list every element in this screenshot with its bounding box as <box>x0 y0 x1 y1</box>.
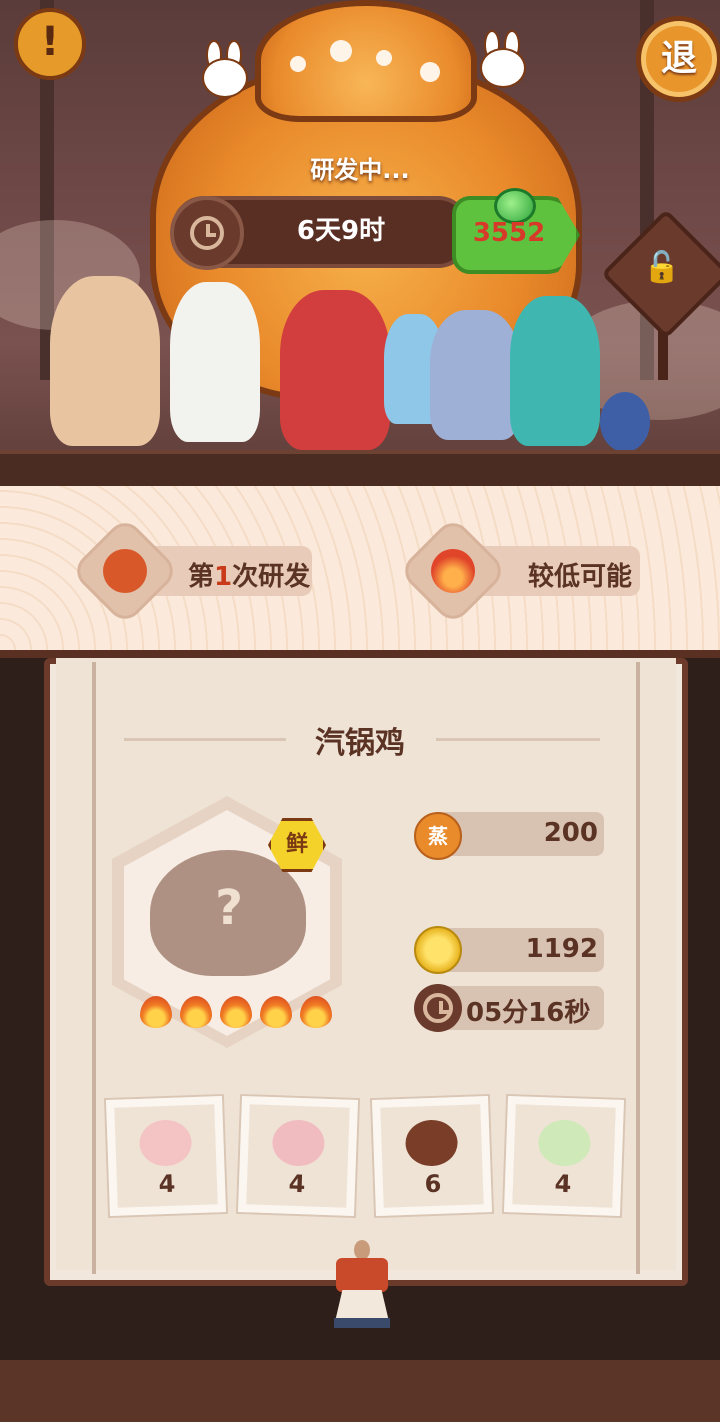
coin-value: 1192 <box>525 934 598 964</box>
character-teal-hair <box>510 296 600 446</box>
character-deity <box>50 276 160 446</box>
ingredient-card[interactable]: 6 <box>372 1096 492 1216</box>
character-blue-creature <box>600 392 650 452</box>
cook-time-value: 05分16秒 <box>466 998 591 1028</box>
steam-puff <box>420 62 440 82</box>
mushroom-icon <box>404 1119 459 1167</box>
flame-icon <box>260 996 292 1028</box>
ingredient-card[interactable]: 4 <box>238 1096 358 1216</box>
ingredient-count: 4 <box>158 1169 176 1199</box>
flame-icon <box>180 996 212 1028</box>
fire-icon <box>431 549 475 593</box>
flame-icon <box>300 996 332 1028</box>
alert-button[interactable]: ! <box>14 8 86 80</box>
ingredient-count: 4 <box>288 1169 306 1199</box>
steam-value: 200 <box>543 818 598 848</box>
character-shelf <box>0 450 720 490</box>
bunny-helper-right <box>474 30 528 100</box>
steam-icon: 蒸 <box>414 812 462 860</box>
success-chance-label: 较低可能 <box>528 562 633 592</box>
jade-amount: 3552 <box>472 218 546 248</box>
clock-icon <box>414 984 462 1032</box>
character-white-hair <box>170 282 260 442</box>
bamboo-shoot-icon <box>537 1119 592 1167</box>
ingredient-card[interactable]: 4 <box>504 1096 624 1216</box>
unlock-icon: 🔓 <box>643 250 681 285</box>
ham-icon <box>138 1119 193 1167</box>
research-count-number: 1 <box>214 562 233 592</box>
research-timer: 6天9时 <box>296 216 386 246</box>
character-red-hair <box>280 290 390 450</box>
steam-puff <box>330 40 352 62</box>
steam-puff <box>376 50 392 66</box>
exclamation-icon: ! <box>40 19 60 65</box>
dish-name: 汽锅鸡 <box>315 726 405 761</box>
bunny-helper-left <box>196 40 250 110</box>
ingredient-count: 4 <box>554 1169 572 1199</box>
pot-icon <box>103 549 147 593</box>
research-status: 研发中... <box>310 156 410 184</box>
character-grey-hair <box>430 310 520 440</box>
exit-icon: 退 <box>660 38 697 79</box>
scroll-pull-tassel[interactable] <box>330 1240 394 1330</box>
pork-icon <box>271 1119 326 1167</box>
clock-icon <box>170 196 244 270</box>
ingredient-count: 6 <box>424 1169 442 1199</box>
research-count-label: 第1次研发 <box>188 562 311 592</box>
ingredient-card[interactable]: 4 <box>106 1096 226 1216</box>
steam-puff <box>290 56 306 72</box>
flame-icon <box>140 996 172 1028</box>
exit-button[interactable]: 退 <box>636 16 720 102</box>
wooden-floor <box>0 1360 720 1422</box>
question-mark-icon: ? <box>215 880 243 936</box>
coin-icon <box>414 926 462 974</box>
flame-icon <box>220 996 252 1028</box>
pot-lid <box>255 0 477 122</box>
